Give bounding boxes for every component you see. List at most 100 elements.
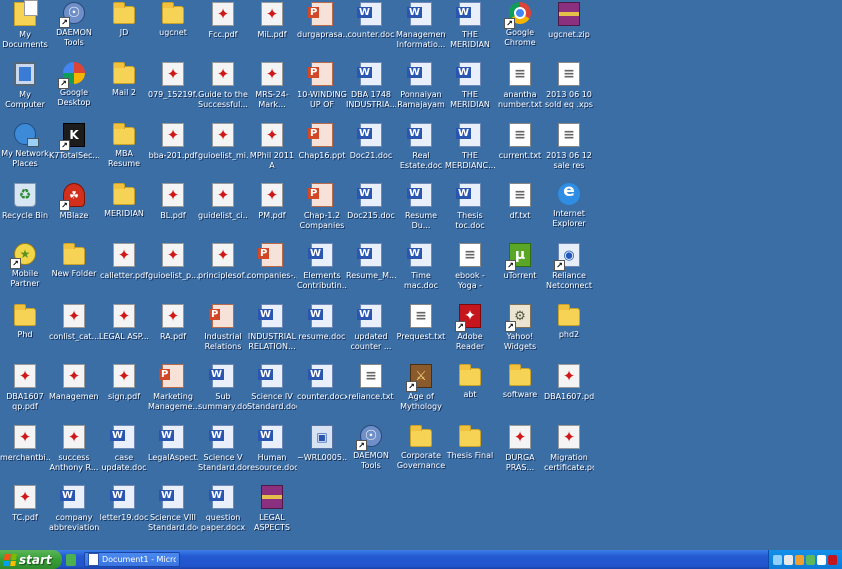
desktop-icon[interactable]: Corporate Governance [396, 423, 446, 481]
desktop-icon[interactable]: updated counter ... [346, 302, 396, 360]
desktop-icon[interactable]: principlesof... [198, 241, 248, 299]
desktop-icon[interactable]: company abbreviations... [49, 483, 99, 541]
desktop-icon[interactable]: Human resource.docx [247, 423, 297, 481]
desktop-icon[interactable]: phd2 [544, 302, 594, 360]
desktop-icon[interactable]: bba-201.pdf [148, 121, 198, 179]
desktop-icon[interactable]: DAEMON Tools [346, 423, 396, 481]
desktop-icon[interactable]: MiL.pdf [247, 0, 297, 58]
desktop-icon[interactable]: question paper.docx [198, 483, 248, 541]
desktop-icon[interactable]: guidelist_ci... [198, 181, 248, 239]
desktop-icon[interactable]: counter.doc [346, 0, 396, 58]
desktop-icon[interactable]: DBA1607 qp.pdf [0, 362, 50, 420]
desktop-icon[interactable]: conlist_cat... [49, 302, 99, 360]
desktop-icon[interactable]: guioelist_p... [148, 241, 198, 299]
desktop-icon[interactable]: anantha number.txt [495, 60, 545, 118]
desktop-icon[interactable]: PM.pdf [247, 181, 297, 239]
desktop-icon[interactable]: success Anthony R... [49, 423, 99, 481]
desktop-icon[interactable]: DAEMON Tools Lite [49, 0, 99, 58]
taskbar-button-word-document[interactable]: Document1 - Microsof... [84, 552, 180, 567]
desktop-icon[interactable]: MBlaze [49, 181, 99, 239]
desktop-icon[interactable]: Marketing Manageme... [148, 362, 198, 420]
desktop-icon[interactable]: LEGAL ASPECTS O... [247, 483, 297, 541]
desktop-icon[interactable]: df.txt [495, 181, 545, 239]
desktop-icon[interactable]: Resume_M... [346, 241, 396, 299]
desktop-icon[interactable]: MRS-24-Mark... [247, 60, 297, 118]
desktop-icon[interactable]: Resume Du... (1).doc [396, 181, 446, 239]
desktop-icon[interactable]: Doc215.doc [346, 181, 396, 239]
desktop-icon[interactable]: Sub summary.doc [198, 362, 248, 420]
desktop-icon[interactable]: Migration certificate.pdf [544, 423, 594, 481]
desktop-icon[interactable]: THE MERIDIAN I... [445, 0, 495, 58]
desktop-icon[interactable]: Google Chrome [495, 0, 545, 58]
desktop-icon[interactable]: Mail 2 [99, 60, 149, 118]
desktop-icon[interactable]: JD [99, 0, 149, 58]
desktop-icon[interactable]: durgaprasa... [297, 0, 347, 58]
desktop-icon[interactable]: My Network Places [0, 121, 50, 179]
desktop-icon[interactable]: Guide to the Successful... [198, 60, 248, 118]
desktop-icon[interactable]: ugcnet.zip [544, 0, 594, 58]
desktop-icon[interactable]: MPhil 2011 A Paid-Ma... [247, 121, 297, 179]
desktop-icon[interactable]: ebook - Yoga - Thought Po... [445, 241, 495, 299]
desktop-icon[interactable]: Phd [0, 302, 50, 360]
desktop-icon[interactable]: Chap16.ppt [297, 121, 347, 179]
desktop-icon[interactable]: case update.doc [99, 423, 149, 481]
desktop-icon[interactable]: Reliance Netconnect [544, 241, 594, 299]
desktop-icon[interactable]: Doc21.doc [346, 121, 396, 179]
desktop-icon[interactable]: RA.pdf [148, 302, 198, 360]
desktop-icon[interactable]: current.txt [495, 121, 545, 179]
desktop-icon[interactable]: BL.pdf [148, 181, 198, 239]
desktop-icon[interactable]: THE MERIDIAN I... [445, 60, 495, 118]
desktop-icon[interactable]: New Folder [49, 241, 99, 299]
desktop-icon[interactable]: Science VIII Standard.doc [148, 483, 198, 541]
desktop-icon[interactable]: K7TotalSec... [49, 121, 99, 179]
desktop-icon[interactable]: sign.pdf [99, 362, 149, 420]
desktop-icon[interactable]: My Documents [0, 0, 50, 58]
desktop-icon[interactable]: Yahoo! Widgets [495, 302, 545, 360]
start-button[interactable]: start [0, 550, 62, 569]
show-desktop-icon[interactable] [66, 553, 76, 566]
desktop-icon[interactable]: ugcnet [148, 0, 198, 58]
desktop-icon[interactable]: MERIDIAN [99, 181, 149, 239]
desktop-icon[interactable]: companies-... [247, 241, 297, 299]
volume-tray-icon[interactable] [784, 554, 793, 565]
desktop-icon[interactable]: Elements Contributin... [297, 241, 347, 299]
update-tray-icon[interactable] [806, 554, 815, 565]
desktop-icon[interactable]: Mobile Partner [0, 241, 50, 299]
desktop-icon[interactable]: DBA1607.pdf [544, 362, 594, 420]
desktop-icon[interactable]: 2013 06 10 sold eq .xps [544, 60, 594, 118]
desktop-icon[interactable]: MBA Resume [99, 121, 149, 179]
desktop-icon[interactable]: Age of Mythology [396, 362, 446, 420]
clock-tray-icon[interactable] [817, 554, 826, 565]
desktop-icon[interactable]: Managemen... [49, 362, 99, 420]
network-tray-icon[interactable] [773, 554, 782, 565]
desktop-icon[interactable]: abt [445, 362, 495, 420]
antivirus-tray-icon[interactable] [828, 554, 837, 565]
desktop-icon[interactable]: Time mac.doc [396, 241, 446, 299]
desktop-icon[interactable]: Ponnaiyan Ramajayam ... [396, 60, 446, 118]
desktop-icon[interactable]: 10-WINDING UP OF COM... [297, 60, 347, 118]
desktop-icon[interactable]: 079_15219f... [148, 60, 198, 118]
desktop-icon[interactable]: letter19.doc [99, 483, 149, 541]
desktop-icon[interactable]: resume.doc [297, 302, 347, 360]
desktop-icon[interactable]: My Computer [0, 60, 50, 118]
desktop-icon[interactable]: Prequest.txt [396, 302, 446, 360]
desktop-icon[interactable]: Fcc.pdf [198, 0, 248, 58]
desktop-icon[interactable]: THE MERDIANC... [445, 121, 495, 179]
desktop-icon[interactable]: TC.pdf [0, 483, 50, 541]
desktop-icon[interactable]: Science IV Standard.doc [247, 362, 297, 420]
desktop-icon[interactable]: Adobe Reader X [445, 302, 495, 360]
desktop-icon[interactable]: LEGAL ASP... [99, 302, 149, 360]
desktop-icon[interactable]: Chap-1.2 Companies ... [297, 181, 347, 239]
desktop-icon[interactable]: Real Estate.doc [396, 121, 446, 179]
security-tray-icon[interactable] [795, 554, 804, 565]
desktop-icon[interactable]: Management Informatio... [396, 0, 446, 58]
desktop-icon[interactable]: merchantbi... [0, 423, 50, 481]
desktop-icon[interactable]: Science V Standard.doc [198, 423, 248, 481]
desktop-icon[interactable]: DBA 1748 INDUSTRIA... [346, 60, 396, 118]
desktop-icon[interactable]: guioelist_mi... [198, 121, 248, 179]
desktop-icon[interactable]: Google Desktop [49, 60, 99, 118]
desktop-icon[interactable]: INDUSTRIAL RELATION... [247, 302, 297, 360]
desktop-icon[interactable]: software [495, 362, 545, 420]
desktop-icon[interactable]: ~WRL0005... [297, 423, 347, 481]
desktop-icon[interactable]: uTorrent [495, 241, 545, 299]
